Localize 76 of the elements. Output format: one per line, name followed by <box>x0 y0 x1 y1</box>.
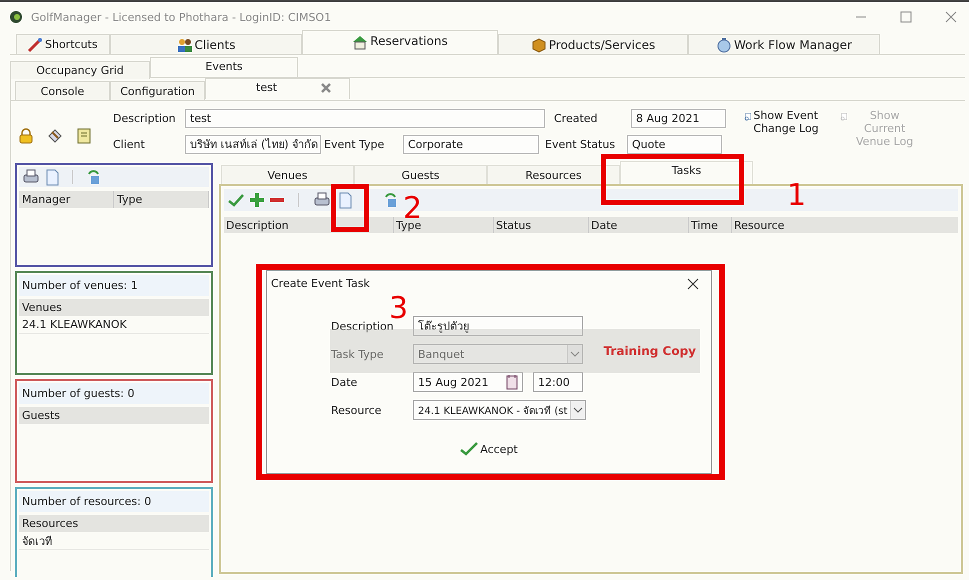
dropdown[interactable]: 24.1 KLEAWKANOK - จัดเวที (st <box>413 400 586 420</box>
detail-tab[interactable]: Guests <box>354 165 487 184</box>
chevron-down-icon <box>567 345 582 363</box>
field-label: Date <box>331 376 358 388</box>
wand-icon <box>27 36 43 52</box>
dialog-title: Create Event Task <box>271 277 370 290</box>
column-header[interactable]: Guests <box>19 407 209 424</box>
count-label: Number of venues: 1 <box>19 275 209 296</box>
column-header[interactable]: Description <box>224 217 394 233</box>
count-label: Number of resources: 0 <box>19 491 209 512</box>
maximize-icon <box>900 11 912 23</box>
chevron-down-icon <box>570 401 586 419</box>
window-title: GolfManager - Licensed to Phothara - LoginID: CIMSO1 <box>31 10 332 24</box>
input-field[interactable]: test <box>185 108 545 128</box>
list-row[interactable]: จัดเวที <box>19 532 209 550</box>
main-tab[interactable]: Shortcuts <box>16 34 110 54</box>
log-link[interactable]: Show Event Change Log <box>744 108 824 148</box>
field-label: Event Status <box>545 138 616 150</box>
column-header[interactable]: Venues <box>19 299 209 316</box>
detail-tab[interactable]: Resources <box>487 165 620 184</box>
main-tab[interactable]: Clients <box>110 34 302 54</box>
time-field[interactable]: 12:00 <box>533 372 583 392</box>
field-label: Task Type <box>331 348 385 360</box>
sub-tab[interactable]: Occupancy Grid <box>10 61 150 79</box>
field-label: Created <box>553 112 599 124</box>
input-field[interactable]: บริษัท เนสท์เล่ (ไทย) จำกัด <box>185 134 321 154</box>
column-header[interactable]: Resource <box>732 217 958 233</box>
column-header[interactable]: Date <box>589 217 689 233</box>
padlock-icon <box>19 128 33 144</box>
notebook-icon <box>77 128 91 144</box>
detail-tab[interactable]: Tasks <box>620 161 753 184</box>
house-icon <box>352 34 368 50</box>
app-logo-icon <box>9 10 23 24</box>
tag-icon <box>47 128 63 144</box>
column-header[interactable]: Resources <box>19 515 209 532</box>
checkmark-icon <box>228 193 244 207</box>
sub-tab[interactable]: Events <box>150 57 298 77</box>
log-link: Show Current Venue Log <box>840 108 920 148</box>
main-tab[interactable]: Work Flow Manager <box>688 34 880 54</box>
input-field[interactable]: 8 Aug 2021 <box>631 108 726 128</box>
list-row[interactable]: 24.1 KLEAWKANOK <box>19 316 209 334</box>
input-field[interactable]: โต๊ะรูปตัวยู <box>413 316 583 336</box>
plus-icon <box>250 193 264 207</box>
close-icon <box>945 11 957 23</box>
column-header[interactable]: Type <box>394 217 494 233</box>
detail-tab[interactable]: Venues <box>221 165 354 184</box>
input-field[interactable]: Corporate <box>403 134 539 154</box>
column-header[interactable]: Time <box>689 217 732 233</box>
main-tab[interactable]: Products/Services <box>498 34 688 54</box>
accept-button[interactable]: Accept <box>460 442 518 456</box>
new-document-icon <box>337 192 353 208</box>
date-field[interactable]: 15 Aug 2021 <box>413 372 523 392</box>
printer-icon <box>22 169 40 185</box>
document-tab[interactable]: Console <box>15 81 110 100</box>
printer-icon <box>313 192 331 208</box>
field-label: Description <box>113 112 177 124</box>
stopwatch-icon <box>716 36 732 52</box>
field-label: Resource <box>331 404 382 416</box>
column-header[interactable]: Type <box>114 191 209 208</box>
checkmark-icon <box>460 442 478 456</box>
close-icon <box>687 278 699 290</box>
document-tab[interactable]: test <box>205 78 350 99</box>
dropdown[interactable]: Banquet <box>413 344 583 364</box>
annotation-box <box>331 184 369 232</box>
main-tab[interactable]: Reservations <box>302 30 498 54</box>
document-tab[interactable]: Configuration <box>110 81 205 100</box>
annotation-number: 1 <box>787 181 806 211</box>
people-icon <box>176 36 192 52</box>
box-icon <box>530 36 547 52</box>
count-label: Number of guests: 0 <box>19 383 209 404</box>
column-header[interactable]: Status <box>494 217 589 233</box>
input-field[interactable]: Quote <box>627 134 722 154</box>
calendar-icon <box>506 374 518 390</box>
field-label: Event Type <box>323 138 386 150</box>
column-header[interactable]: Manager <box>19 191 114 208</box>
field-label: Client <box>113 138 146 150</box>
